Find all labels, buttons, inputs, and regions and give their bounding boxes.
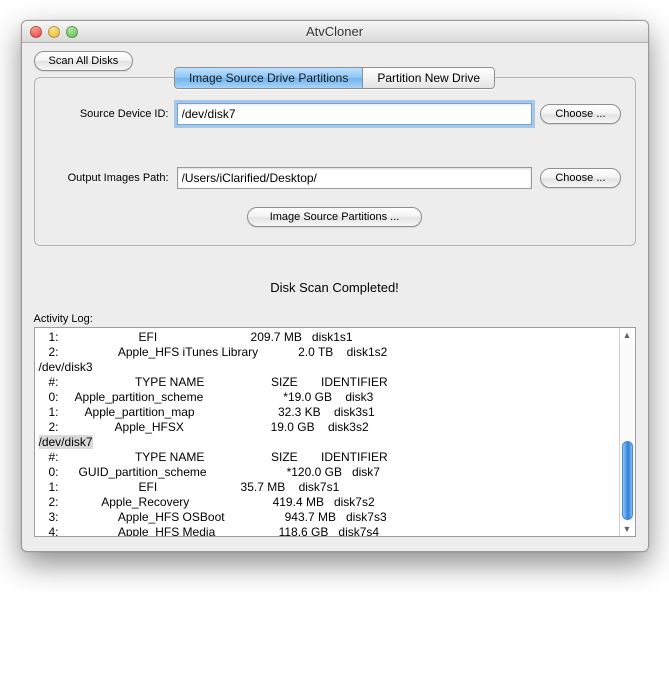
tabbar: Image Source Drive Partitions Partition … [49, 67, 621, 89]
output-path-label: Output Images Path: [49, 172, 169, 184]
tab-segment: Image Source Drive Partitions Partition … [174, 67, 495, 89]
row-source-device: Source Device ID: Choose ... [49, 103, 621, 125]
scroll-thumb[interactable] [622, 441, 633, 520]
source-choose-button[interactable]: Choose ... [540, 104, 620, 124]
tab-image-source[interactable]: Image Source Drive Partitions [175, 68, 362, 88]
window-body: Scan All Disks Image Source Drive Partit… [22, 43, 648, 551]
scroll-track[interactable] [620, 342, 635, 522]
zoom-icon[interactable] [66, 26, 78, 38]
activity-log: 1: EFI 209.7 MB disk1s1 2: Apple_HFS iTu… [34, 327, 636, 537]
main-groupbox: Image Source Drive Partitions Partition … [34, 77, 636, 246]
action-row: Image Source Partitions ... [49, 207, 621, 227]
tab-partition-new[interactable]: Partition New Drive [362, 68, 494, 88]
source-device-label: Source Device ID: [49, 108, 169, 120]
minimize-icon[interactable] [48, 26, 60, 38]
window-title: AtvCloner [22, 24, 648, 39]
activity-log-label: Activity Log: [34, 313, 636, 325]
output-path-input[interactable] [177, 167, 533, 189]
row-output-path: Output Images Path: Choose ... [49, 167, 621, 189]
source-device-input[interactable] [177, 103, 533, 125]
scroll-down-icon[interactable]: ▼ [620, 522, 635, 536]
status-text: Disk Scan Completed! [34, 280, 636, 295]
close-icon[interactable] [30, 26, 42, 38]
app-window: AtvCloner Scan All Disks Image Source Dr… [21, 20, 649, 552]
titlebar: AtvCloner [22, 21, 648, 43]
image-source-partitions-button[interactable]: Image Source Partitions ... [247, 207, 423, 227]
output-choose-button[interactable]: Choose ... [540, 168, 620, 188]
activity-log-text[interactable]: 1: EFI 209.7 MB disk1s1 2: Apple_HFS iTu… [35, 328, 619, 536]
scrollbar[interactable]: ▲ ▼ [619, 328, 635, 536]
scroll-up-icon[interactable]: ▲ [620, 328, 635, 342]
spacer [49, 133, 621, 167]
traffic-lights [22, 26, 78, 38]
